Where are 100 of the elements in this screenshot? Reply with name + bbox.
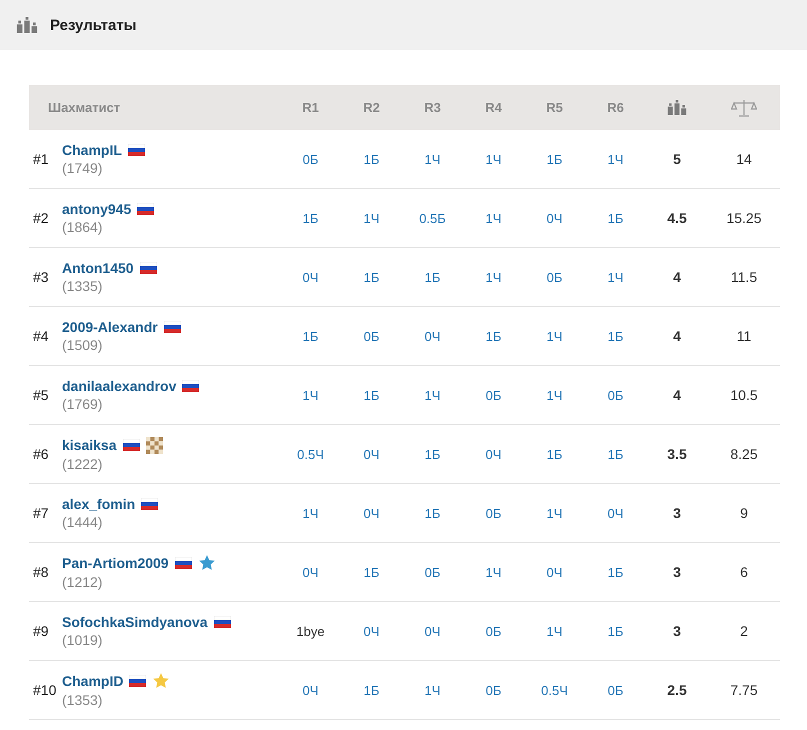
player-name-link[interactable]: SofochkaSimdyanova <box>62 614 208 630</box>
flag-icon <box>137 203 154 215</box>
round-result-link[interactable]: 1Ч <box>608 270 624 284</box>
player-name-link[interactable]: kisaiksa <box>62 437 116 453</box>
player-name-link[interactable]: Pan-Artiom2009 <box>62 555 169 571</box>
place-number: #4 <box>32 328 50 344</box>
round-result-link[interactable]: 1Б <box>424 506 440 520</box>
round-result-link[interactable]: 1Б <box>546 446 562 462</box>
points: 3 <box>673 505 681 521</box>
round-result-link[interactable]: 0Ч <box>302 564 318 580</box>
round-result-link[interactable]: 1Б <box>364 682 380 698</box>
round-result-link[interactable]: 1Ч <box>424 152 440 166</box>
round-result-link[interactable]: 1Б <box>302 210 318 226</box>
round-result-link[interactable]: 1Б <box>364 152 380 166</box>
tiebreak-score: 14 <box>736 151 752 167</box>
flag-icon <box>214 616 230 628</box>
tiebreak-score: 11.5 <box>730 269 758 285</box>
round-result-link[interactable]: 0Б <box>608 388 624 402</box>
round-result-link[interactable]: 0.5Б <box>419 210 446 226</box>
round-result-link[interactable]: 0Б <box>364 328 380 344</box>
round-result-link[interactable]: 1Ч <box>302 506 318 520</box>
round-result-link[interactable]: 0.5Ч <box>541 682 568 698</box>
round-result-link[interactable]: 0.5Ч <box>297 446 324 462</box>
tiebreak-score: 9 <box>740 505 748 521</box>
place-number: #1 <box>32 151 50 167</box>
place-number: #9 <box>32 623 50 639</box>
player-name-link[interactable]: 2009-Alexandr <box>62 319 158 335</box>
flag-icon <box>141 498 158 510</box>
round-result-link[interactable]: 0Б <box>608 682 624 698</box>
flag-icon <box>174 557 192 569</box>
round-result-link[interactable]: 0Ч <box>546 210 562 226</box>
round-result-link[interactable]: 1Б <box>608 564 624 580</box>
round-result-link[interactable]: 1Б <box>364 564 380 580</box>
round-result-link[interactable]: 0Б <box>486 682 502 698</box>
flag-icon <box>122 439 140 451</box>
round-result-link[interactable]: 1Б <box>608 446 624 462</box>
tiebreak-score: 6 <box>740 564 748 580</box>
player-name-link[interactable]: ChampIL <box>62 142 122 158</box>
flag-icon <box>129 675 146 687</box>
round-result-link[interactable]: 1Б <box>424 446 440 462</box>
round-result-link[interactable]: 0Б <box>424 564 440 580</box>
round-result-link[interactable]: 1Ч <box>546 388 562 402</box>
round-result-link[interactable]: 1Ч <box>546 624 562 638</box>
column-header: R6 <box>607 100 624 115</box>
round-result-link[interactable]: 1Б <box>608 328 624 344</box>
round-result-link[interactable]: 1Б <box>608 210 624 226</box>
round-result-link[interactable]: 1Ч <box>364 210 380 226</box>
flag-icon <box>140 262 157 274</box>
place-number: #6 <box>32 446 50 462</box>
round-result-link[interactable]: 1Ч <box>486 270 502 284</box>
round-result-link[interactable]: 0Ч <box>486 446 502 462</box>
round-result-link[interactable]: 0Ч <box>302 270 318 284</box>
round-result-link[interactable]: 0Ч <box>424 624 440 638</box>
round-result-link[interactable]: 1Б <box>302 328 318 344</box>
round-result-link[interactable]: 1Ч <box>302 388 318 402</box>
round-result-link[interactable]: 0Ч <box>546 564 562 580</box>
player-rating: (1749) <box>62 160 104 176</box>
round-result-link[interactable]: 1Ч <box>486 152 502 166</box>
player-name-link[interactable]: ChampID <box>62 673 124 689</box>
player-name-link[interactable]: Anton1450 <box>62 260 134 276</box>
round-result-link[interactable]: 0Б <box>486 388 502 402</box>
column-header: R4 <box>485 100 502 115</box>
round-result-link[interactable]: 0Б <box>486 506 502 520</box>
round-result-link[interactable]: 0Б <box>546 270 562 284</box>
round-result-link[interactable]: 0Ч <box>302 682 318 698</box>
podium-icon <box>16 16 38 34</box>
round-result-link[interactable]: 1Ч <box>546 506 562 520</box>
column-header: R2 <box>363 100 380 115</box>
round-result-link[interactable]: 0Ч <box>364 506 380 520</box>
column-header: R5 <box>546 100 563 115</box>
tiebreak-score: 15.25 <box>726 210 762 226</box>
column-header: Шахматист <box>48 100 120 115</box>
round-result-link[interactable]: 1Ч <box>486 564 502 580</box>
player-rating: (1864) <box>62 219 104 235</box>
round-result-link[interactable]: 0Ч <box>424 328 440 344</box>
place-number: #7 <box>32 505 50 521</box>
tiebreak-score: 8.25 <box>730 446 758 462</box>
player-name-link[interactable]: antony945 <box>62 201 132 217</box>
round-result-link[interactable]: 1Б <box>546 152 562 166</box>
player-name-link[interactable]: alex_fomin <box>62 496 136 512</box>
round-result-link[interactable]: 0Б <box>302 152 318 166</box>
round-result-link[interactable]: 1Б <box>486 328 502 344</box>
round-result-link[interactable]: 1Б <box>424 270 440 284</box>
round-result-link[interactable]: 1Б <box>364 270 380 284</box>
round-result-link[interactable]: 0Ч <box>608 506 624 520</box>
tiebreak-score: 2 <box>740 623 748 639</box>
round-result-link[interactable]: 1Б <box>608 624 624 638</box>
round-result-link[interactable]: 1Ч <box>486 210 502 226</box>
round-result-link[interactable]: 1Ч <box>608 152 624 166</box>
round-result-link[interactable]: 1Ч <box>424 388 440 402</box>
flag-icon <box>164 321 181 333</box>
round-result-link[interactable]: 1Б <box>364 388 380 402</box>
points: 3 <box>673 623 681 639</box>
round-result-link[interactable]: 0Ч <box>364 624 380 638</box>
round-result-link[interactable]: 1Ч <box>546 328 562 344</box>
round-result-link[interactable]: 1Ч <box>424 682 440 698</box>
round-result-link[interactable]: 0Б <box>486 624 502 638</box>
player-name-link[interactable]: danilaalexandrov <box>62 378 176 394</box>
round-result-link[interactable]: 0Ч <box>364 446 380 462</box>
points: 3.5 <box>667 446 687 462</box>
